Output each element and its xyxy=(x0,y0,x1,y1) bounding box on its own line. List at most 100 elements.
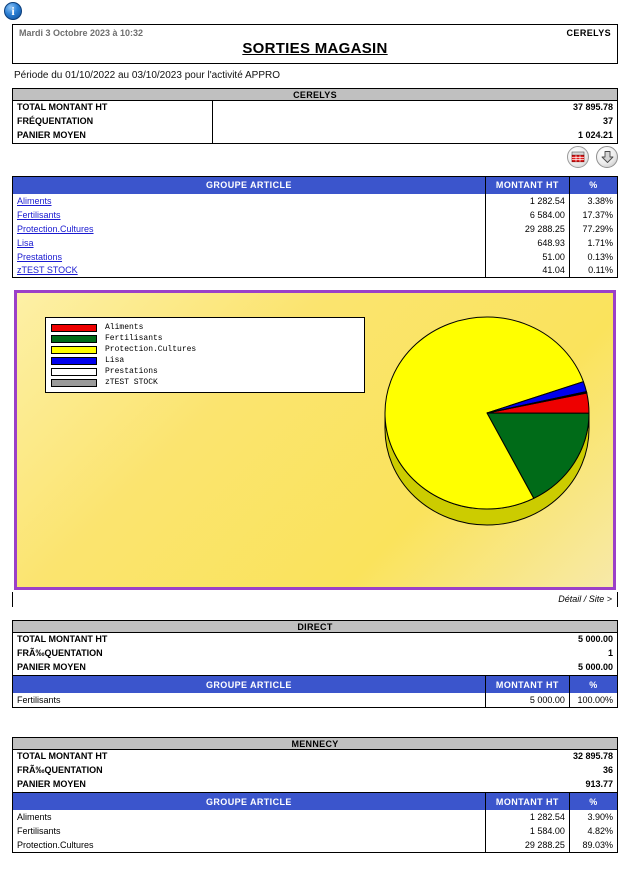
legend-label: Lisa xyxy=(105,356,124,365)
cell-percent: 100.00% xyxy=(569,693,617,707)
cell-percent: 77.29% xyxy=(569,222,617,236)
cell-amount: 41.04 xyxy=(485,264,569,278)
col-header-amount: MONTANT HT xyxy=(485,793,569,810)
article-link[interactable]: Aliments xyxy=(17,196,52,206)
legend-item: Lisa xyxy=(51,355,359,366)
summary-row: FRÃ‰QUENTATION 1 xyxy=(13,647,617,661)
col-header-percent: % xyxy=(569,793,617,810)
table-row: Lisa 648.93 1.71% xyxy=(13,236,618,250)
table-row: Aliments 1 282.54 3.38% xyxy=(13,194,618,208)
summary-row: TOTAL MONTANT HT 5 000.00 xyxy=(13,633,617,647)
cell-name: Fertilisants xyxy=(13,693,486,707)
pie-chart-svg xyxy=(369,303,609,543)
col-header-percent: % xyxy=(569,676,617,693)
col-header-amount: MONTANT HT xyxy=(485,676,569,693)
article-link[interactable]: Protection.Cultures xyxy=(17,224,94,234)
cell-percent: 3.38% xyxy=(569,194,617,208)
table-header-row: GROUPE ARTICLE MONTANT HT % xyxy=(13,676,618,693)
report-company: CERELYS xyxy=(567,28,611,38)
cell-amount: 5 000.00 xyxy=(485,693,569,707)
detail-site-link[interactable]: Détail / Site > xyxy=(558,594,612,604)
legend-label: Prestations xyxy=(105,367,158,376)
summary-row-value: 37 895.78 xyxy=(213,101,617,115)
cell-amount: 1 282.54 xyxy=(485,810,569,824)
summary-row-value: 5 000.00 xyxy=(213,661,617,675)
summary-row-label: TOTAL MONTANT HT xyxy=(13,101,213,115)
article-link[interactable]: Lisa xyxy=(17,238,34,248)
cell-percent: 4.82% xyxy=(569,824,617,838)
direct-article-table: GROUPE ARTICLE MONTANT HT % Fertilisants… xyxy=(12,676,618,708)
legend-swatch xyxy=(51,368,97,376)
detail-site-bar: Détail / Site > xyxy=(12,592,618,607)
summary-row: FRÃ‰QUENTATION 36 xyxy=(13,764,617,778)
summary-row-label: FRÉQUENTATION xyxy=(13,115,213,129)
summary-row: TOTAL MONTANT HT 32 895.78 xyxy=(13,750,617,764)
cell-amount: 1 584.00 xyxy=(485,824,569,838)
cell-name: Aliments xyxy=(13,810,486,824)
page-title: SORTIES MAGASIN xyxy=(13,40,617,57)
legend-item: zTEST STOCK xyxy=(51,377,359,388)
table-row: Aliments 1 282.54 3.90% xyxy=(13,810,618,824)
summary-row-label: FRÃ‰QUENTATION xyxy=(13,764,213,778)
excel-export-glyph xyxy=(571,151,585,163)
excel-export-icon[interactable] xyxy=(567,146,589,168)
info-icon-glyph: i xyxy=(4,2,22,20)
cell-amount: 1 282.54 xyxy=(485,194,569,208)
cell-name: Protection.Cultures xyxy=(13,838,486,852)
section-direct-title: DIRECT xyxy=(12,620,618,633)
mennecy-article-table: GROUPE ARTICLE MONTANT HT % Aliments 1 2… xyxy=(12,793,618,853)
table-row: Fertilisants 1 584.00 4.82% xyxy=(13,824,618,838)
col-header-group-article: GROUPE ARTICLE xyxy=(13,177,486,194)
legend-swatch xyxy=(51,346,97,354)
summary-row-label: PANIER MOYEN xyxy=(13,661,213,675)
legend-swatch xyxy=(51,324,97,332)
legend-swatch xyxy=(51,357,97,365)
summary-row-value: 32 895.78 xyxy=(213,750,617,764)
download-arrow-icon[interactable] xyxy=(596,146,618,168)
section-mennecy: MENNECY TOTAL MONTANT HT 32 895.78 FRÃ‰Q… xyxy=(12,737,618,853)
report-date: Mardi 3 Octobre 2023 à 10:32 xyxy=(19,28,143,38)
summary-row-label: FRÃ‰QUENTATION xyxy=(13,647,213,661)
legend-label: Fertilisants xyxy=(105,334,163,343)
legend-label: Aliments xyxy=(105,323,143,332)
article-link[interactable]: zTEST STOCK xyxy=(17,265,78,275)
article-table-body: Aliments 1 282.54 3.38% Fertilisants 6 5… xyxy=(13,194,618,278)
table-row: Protection.Cultures 29 288.25 89.03% xyxy=(13,838,618,852)
pie-chart xyxy=(369,303,609,543)
mennecy-table-body: Aliments 1 282.54 3.90% Fertilisants 1 5… xyxy=(13,810,618,852)
summary-row-label: TOTAL MONTANT HT xyxy=(13,633,213,647)
table-row: Fertilisants 5 000.00 100.00% xyxy=(13,693,618,707)
summary-row-label: TOTAL MONTANT HT xyxy=(13,750,213,764)
table-header-row: GROUPE ARTICLE MONTANT HT % xyxy=(13,177,618,194)
legend-swatch xyxy=(51,335,97,343)
col-header-group-article: GROUPE ARTICLE xyxy=(13,793,486,810)
summary-row-value: 36 xyxy=(213,764,617,778)
table-header-row: GROUPE ARTICLE MONTANT HT % xyxy=(13,793,618,810)
cell-amount: 648.93 xyxy=(485,236,569,250)
summary-row: TOTAL MONTANT HT 37 895.78 xyxy=(13,101,617,115)
legend-item: Aliments xyxy=(51,322,359,333)
direct-table-body: Fertilisants 5 000.00 100.00% xyxy=(13,693,618,707)
section-direct-keyvalues: TOTAL MONTANT HT 5 000.00 FRÃ‰QUENTATION… xyxy=(12,633,618,676)
legend-label: zTEST STOCK xyxy=(105,378,158,387)
report-toolbar xyxy=(567,146,618,168)
summary-section-title: CERELYS xyxy=(12,88,618,101)
article-link[interactable]: Fertilisants xyxy=(17,210,61,220)
summary-keyvalues: TOTAL MONTANT HT 37 895.78 FRÉQUENTATION… xyxy=(12,101,618,144)
info-icon[interactable]: i xyxy=(4,2,26,24)
table-row: Protection.Cultures 29 288.25 77.29% xyxy=(13,222,618,236)
cell-percent: 3.90% xyxy=(569,810,617,824)
report-page: i Mardi 3 Octobre 2023 à 10:32 CERELYS S… xyxy=(0,0,630,882)
chart-legend: Aliments Fertilisants Protection.Culture… xyxy=(45,317,365,393)
cell-amount: 51.00 xyxy=(485,250,569,264)
legend-item: Protection.Cultures xyxy=(51,344,359,355)
cell-name: Fertilisants xyxy=(13,824,486,838)
cell-percent: 17.37% xyxy=(569,208,617,222)
col-header-group-article: GROUPE ARTICLE xyxy=(13,676,486,693)
cell-percent: 0.11% xyxy=(569,264,617,278)
cell-amount: 29 288.25 xyxy=(485,222,569,236)
cell-percent: 0.13% xyxy=(569,250,617,264)
cell-percent: 89.03% xyxy=(569,838,617,852)
cell-percent: 1.71% xyxy=(569,236,617,250)
article-link[interactable]: Prestations xyxy=(17,252,62,262)
